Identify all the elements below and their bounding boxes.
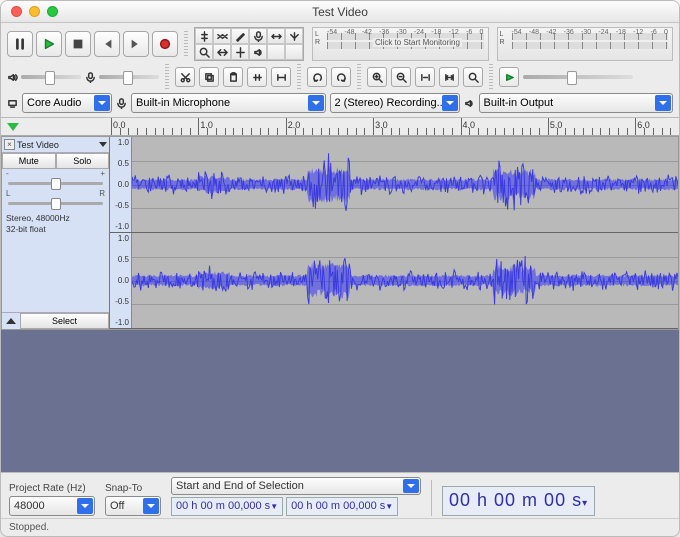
waveform-column: 1.00.50.0-0.5-1.0 1.00.50.0-0.5-1.0 [110,137,678,329]
silence-button[interactable] [271,67,291,87]
audio-position-display[interactable]: 00 h 00 m 00 s▾ [442,486,595,516]
extra-tool-a[interactable] [267,44,285,60]
record-button[interactable] [152,31,178,57]
toolbar-separator [297,64,301,90]
copy-button[interactable] [199,67,219,87]
window-title: Test Video [1,5,679,19]
playback-speed-slider[interactable] [523,75,633,79]
minimize-window-button[interactable] [29,6,40,17]
meter-ticks: -54-48-42-36-30-24-18-12-60 [512,28,669,60]
channel-left: 1.00.50.0-0.5-1.0 [110,137,678,233]
vertical-axis: 1.00.50.0-0.5-1.0 [110,137,132,232]
envelope-tool[interactable] [213,28,231,44]
app-window: Test Video [0,0,680,537]
collapse-track-button[interactable] [2,313,20,329]
zoom-out-tool[interactable] [213,44,231,60]
selection-end-time[interactable]: 00 h 00 m 00,000 s▼ [286,497,398,516]
window-controls [1,6,58,17]
select-track-button[interactable]: Select [20,313,109,329]
zoom-window-button[interactable] [47,6,58,17]
fit-selection-button[interactable] [415,67,435,87]
project-rate-label: Project Rate (Hz) [9,483,95,494]
track-close-button[interactable]: × [4,139,15,150]
track-menu-dropdown[interactable] [99,142,107,147]
recording-channels-select[interactable]: 2 (Stereo) Recording... [330,93,460,113]
mic-icon [85,72,96,83]
extra-tool-b[interactable] [285,44,303,60]
toolbars: LR Click to Start Monitoring -54-48-42-3… [1,23,679,118]
pan-slider[interactable] [2,198,109,209]
selection-tool[interactable] [195,28,213,44]
selection-format-select[interactable]: Start and End of Selection [171,477,421,495]
timeshift-tool[interactable] [267,28,285,44]
playback-device-select[interactable]: Built-in Output [479,93,674,113]
status-bar: Stopped. [1,518,679,536]
redo-button[interactable] [331,67,351,87]
skip-end-button[interactable] [123,31,149,57]
play-button[interactable] [36,31,62,57]
toolbar-separator [165,64,169,90]
vertical-axis: 1.00.50.0-0.5-1.0 [110,233,132,328]
draw-tool[interactable] [231,28,249,44]
zoom-toggle-button[interactable] [463,67,483,87]
solo-button[interactable]: Solo [56,153,110,169]
fit-tool[interactable] [231,44,249,60]
host-icon [7,98,18,109]
recording-volume[interactable] [85,72,159,83]
toolbar-separator [184,31,188,57]
meter-lr-label: LR [500,31,505,47]
snap-to-label: Snap-To [105,483,161,494]
selection-toolbar: Project Rate (Hz) 48000 Snap-To Off Star… [1,472,679,518]
recording-device-select[interactable]: Built-in Microphone [131,93,326,113]
pin-icon [7,123,19,131]
waveform-right[interactable] [132,233,678,328]
waveform-left[interactable] [132,137,678,232]
cut-button[interactable] [175,67,195,87]
skip-start-button[interactable] [94,31,120,57]
undo-button[interactable] [307,67,327,87]
multi-tool[interactable] [285,28,303,44]
speaker-icon [7,72,18,83]
snap-to-select[interactable]: Off [105,496,161,516]
playback-meter[interactable]: LR -54-48-42-36-30-24-18-12-60 [497,27,674,61]
track-format-info: Stereo, 48000Hz 32-bit float [2,209,109,238]
zoom-in-button[interactable] [367,67,387,87]
playback-volume[interactable] [7,72,81,83]
trim-button[interactable] [247,67,267,87]
meter-ticks: -54-48-42-36-30-24-18-12-60 [327,28,484,60]
toolbar-separator [357,64,361,90]
zoom-tool[interactable] [195,44,213,60]
close-window-button[interactable] [11,6,22,17]
speaker-tool[interactable] [249,44,267,60]
mic-tool-icon[interactable] [249,28,267,44]
meter-lr-label: LR [315,31,320,47]
empty-track-area[interactable] [1,330,679,472]
toolbar-separator [489,64,493,90]
track-name: Test Video [17,140,97,150]
timeline-ruler-row: 0.01.02.03.04.05.06.0 [1,118,679,136]
paste-button[interactable] [223,67,243,87]
play-at-speed-button[interactable] [499,67,519,87]
pin-toggle[interactable] [1,118,111,135]
recording-meter[interactable]: LR Click to Start Monitoring -54-48-42-3… [312,27,489,61]
transport-toolbar [7,31,178,57]
fit-project-button[interactable] [439,67,459,87]
timeline-ruler[interactable]: 0.01.02.03.04.05.06.0 [111,118,679,135]
mic-icon [116,98,127,109]
speaker-icon [464,98,475,109]
pause-button[interactable] [7,31,33,57]
gain-slider[interactable] [2,178,109,189]
tracks-area: × Test Video Mute Solo -+ LR Stereo, 480… [1,136,679,330]
status-text: Stopped. [9,522,49,533]
zoom-out-button[interactable] [391,67,411,87]
titlebar: Test Video [1,1,679,23]
project-rate-select[interactable]: 48000 [9,496,95,516]
channel-right: 1.00.50.0-0.5-1.0 [110,233,678,329]
selection-start-time[interactable]: 00 h 00 m 00,000 s▼ [171,497,283,516]
mute-button[interactable]: Mute [2,153,56,169]
tools-toolbar [194,27,304,61]
track-control-panel: × Test Video Mute Solo -+ LR Stereo, 480… [2,137,110,329]
stop-button[interactable] [65,31,91,57]
audio-host-select[interactable]: Core Audio [22,93,112,113]
